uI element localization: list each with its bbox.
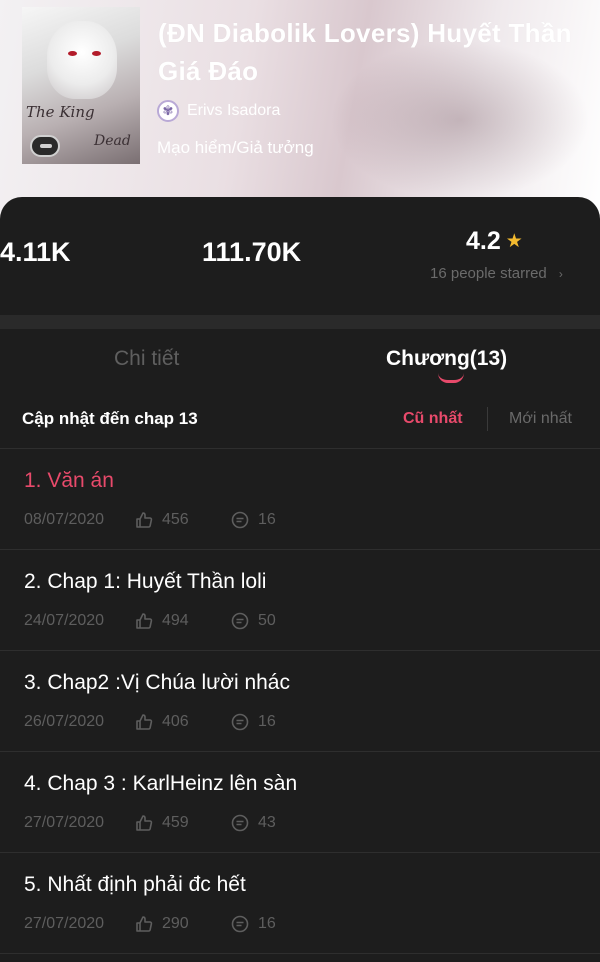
cover-art-face [47,21,117,99]
chapter-likes: 459 [162,814,189,831]
chapter-item[interactable]: 5. Nhất định phải đc hết 27/07/2020 290 … [0,853,600,954]
author-row[interactable]: ✾ Erivs Isadora [157,100,280,122]
comment-icon [230,813,250,833]
chapter-item[interactable]: 1. Văn án 08/07/2020 456 16 [0,449,600,550]
chapter-title: 5. Nhất định phải đc hết [24,873,246,896]
sort-oldest-button[interactable]: Cũ nhất [403,410,463,428]
chapter-title: 1. Văn án [24,469,114,492]
book-title: (ĐN Diabolik Lovers) Huyết Thần Giá Đáo [158,18,572,86]
chapter-date: 08/07/2020 [24,511,105,528]
chapter-title: 4. Chap 3 : KarlHeinz lên sàn [24,772,298,795]
thumbs-up-icon [134,813,154,833]
comment-icon [230,712,250,732]
cover-art-eye [92,51,101,56]
thumbs-up-icon [134,510,154,530]
rating-people-link[interactable]: 16 people starred › [430,265,563,282]
star-icon: ★ [505,231,523,252]
chevron-right-icon: › [558,267,563,281]
chapter-comments: 16 [258,713,276,730]
chapter-likes: 406 [162,713,189,730]
book-cover[interactable]: The King Dead [22,7,140,164]
book-genre[interactable]: Mạo hiểm/Giả tưởng [157,138,314,158]
chapter-likes: 456 [162,511,189,528]
update-status: Cập nhật đến chap 13 [22,409,198,428]
votes-count: 111.70K [202,237,302,267]
chapter-meta: 27/07/2020 459 43 [24,813,276,833]
chapter-comments: 43 [258,814,276,831]
comment-icon [230,611,250,631]
chapter-title: 3. Chap2 :Vị Chúa lười nhác [24,671,290,694]
chapter-item[interactable]: 3. Chap2 :Vị Chúa lười nhác 26/07/2020 4… [0,651,600,752]
chapter-item[interactable]: 2. Chap 1: Huyết Thần loli 24/07/2020 49… [0,550,600,651]
sort-newest-button[interactable]: Mới nhất [509,410,572,428]
rating: 4.2 ★ [466,227,523,256]
rating-value: 4.2 [466,227,501,255]
chapter-meta: 27/07/2020 290 16 [24,914,276,934]
thumbs-up-icon [134,914,154,934]
comment-icon [230,914,250,934]
sort-divider [487,407,488,431]
cover-script-text-2: Dead [94,133,131,149]
chapter-likes: 494 [162,612,189,629]
thumbs-up-icon [134,712,154,732]
active-tab-indicator [438,373,464,383]
chapter-item[interactable]: 4. Chap 3 : KarlHeinz lên sàn 27/07/2020… [0,752,600,853]
chapter-date: 27/07/2020 [24,814,105,831]
author-name: Erivs Isadora [187,102,281,119]
chapter-comments: 16 [258,511,276,528]
tab-detail[interactable]: Chi tiết [114,347,179,371]
section-divider [0,315,600,329]
chapter-list: 1. Văn án 08/07/2020 456 16 2. Chap 1: H… [0,449,600,954]
book-content-card: 4.11K 111.70K 4.2 ★ 16 people starred › … [0,197,600,962]
author-avatar: ✾ [157,100,179,122]
chapter-comments: 16 [258,915,276,932]
cover-art-eye [68,51,77,56]
comment-bubble-icon [30,135,60,157]
chapter-meta: 26/07/2020 406 16 [24,712,276,732]
chapter-likes: 290 [162,915,189,932]
chapter-meta: 08/07/2020 456 16 [24,510,276,530]
chapter-date: 27/07/2020 [24,915,105,932]
chapter-comments: 50 [258,612,276,629]
rating-people-text: 16 people starred [430,265,547,282]
thumbs-up-icon [134,611,154,631]
tab-chapters[interactable]: Chương(13) [386,347,507,371]
reads-count: 4.11K [0,237,71,267]
chapter-date: 26/07/2020 [24,713,105,730]
cover-script-text: The King [26,103,95,121]
chapter-sort-bar: Cập nhật đến chap 13 Cũ nhất Mới nhất [0,397,600,449]
comment-icon [230,510,250,530]
chapter-title: 2. Chap 1: Huyết Thần loli [24,570,267,593]
chapter-date: 24/07/2020 [24,612,105,629]
book-header: The King Dead (ĐN Diabolik Lovers) Huyết… [0,0,600,230]
chapter-meta: 24/07/2020 494 50 [24,611,276,631]
